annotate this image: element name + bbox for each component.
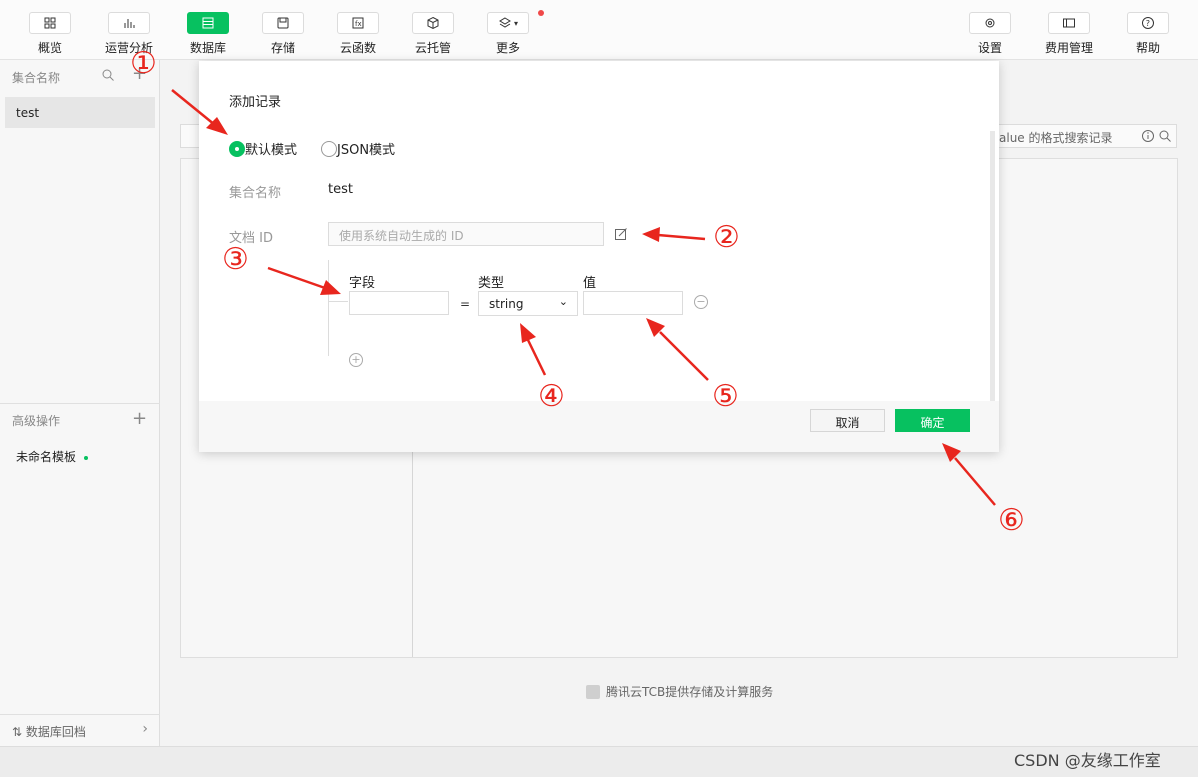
annotation-3: ③ bbox=[222, 242, 249, 277]
annotation-arrows bbox=[171, 89, 996, 506]
annotation-1: ① bbox=[130, 46, 157, 81]
annotation-5: ⑤ bbox=[712, 379, 739, 414]
watermark: CSDN @友缘工作室 bbox=[1014, 751, 1161, 770]
annotation-6: ⑥ bbox=[998, 503, 1025, 538]
annotation-4: ④ bbox=[538, 379, 565, 414]
annotation-2: ② bbox=[713, 220, 740, 255]
